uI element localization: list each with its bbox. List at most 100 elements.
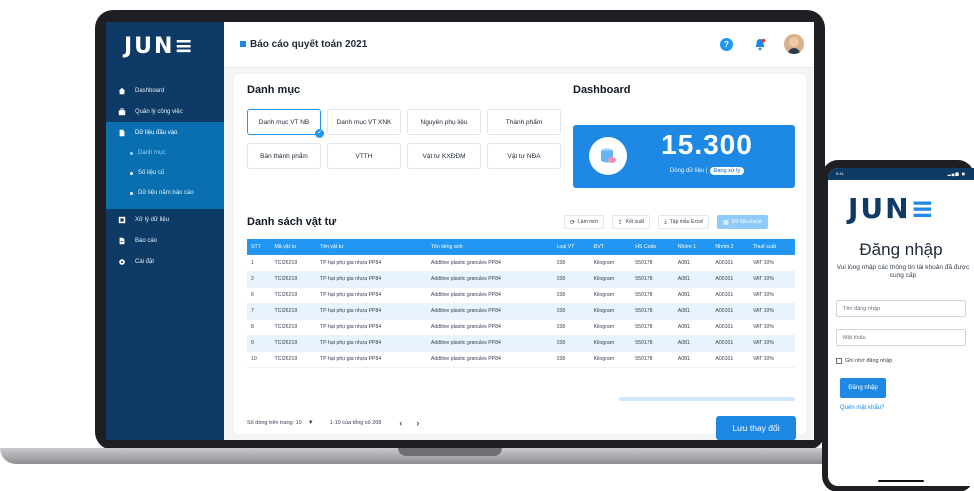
category-button-kxddm[interactable]: Vật tư KXĐĐM <box>407 143 481 169</box>
column-header[interactable]: Mã vật tư <box>270 239 316 255</box>
table-cell: Additive plastic granules PP84 <box>426 287 553 304</box>
table-cell: A00101 <box>711 271 749 288</box>
table-cell: Additive plastic granules PP84 <box>426 271 553 288</box>
download-icon: ⤓ <box>664 218 667 225</box>
chevron-down-icon[interactable]: ▼ <box>308 420 314 426</box>
category-button-vt-xnk[interactable]: Danh mục VT XNK <box>327 109 401 135</box>
column-header[interactable]: Nhóm 1 <box>673 239 712 255</box>
remember-checkbox[interactable]: Ghi nhớ đăng nhập <box>836 358 892 364</box>
export-icon: ⇪ <box>617 219 623 226</box>
table-cell: 550178 <box>631 335 674 352</box>
phone-status-bar: 9:41 ▂▄▆ ◼ <box>828 168 974 180</box>
save-changes-button[interactable]: Lưu thay đổi <box>716 416 796 440</box>
forgot-password-link[interactable]: Quên mật khẩu? <box>840 405 884 411</box>
table-header-row: STT Mã vật tư Tên vật tư Tên tiếng anh Loại … <box>247 239 795 255</box>
category-button-raw-materials[interactable]: Nguyên phụ liệu <box>407 109 481 135</box>
table-row[interactable]: 10 TCI26219 TP hạt phụ gia nhựa PP84 Additi… <box>247 351 795 368</box>
table-cell: A081 <box>673 335 712 352</box>
table-row[interactable]: 9 TCI26219 TP hạt phụ gia nhựa PP84 Additiv… <box>247 335 795 352</box>
table-cell: A00101 <box>711 319 749 336</box>
category-button-semi-finished[interactable]: Bán thành phẩm <box>247 143 321 169</box>
column-header[interactable]: Thuế suất <box>748 239 795 255</box>
sidebar-subitem-old-data[interactable]: Số liệu cũ <box>106 163 224 183</box>
dashboard-title: Dashboard <box>573 84 631 96</box>
column-header[interactable]: Nhóm 2 <box>711 239 749 255</box>
sidebar-item-label: Báo cáo <box>135 237 158 244</box>
table-cell: A00101 <box>711 287 749 304</box>
table-cell: Kilogram <box>589 287 632 304</box>
excel-data-button[interactable]: ▦ Dữ liệu Excel <box>717 215 768 229</box>
table-row[interactable]: 7 TCI26219 TP hạt phụ gia nhựa PP84 Additiv… <box>247 303 795 320</box>
bell-icon[interactable] <box>754 38 766 51</box>
login-subtitle: Vui lòng nhập các thông tin tài khoản đã… <box>836 264 970 279</box>
column-header[interactable]: Loại VT <box>552 239 590 255</box>
column-header[interactable]: Tên vật tư <box>315 239 427 255</box>
dashboard-card[interactable]: 15.300 Dòng dữ liệu | Đang xử lý <box>573 125 795 188</box>
sidebar-item-tasks[interactable]: Quản lý công việc <box>106 101 224 122</box>
table-cell: Additive plastic granules PP84 <box>426 319 553 336</box>
prev-page-icon[interactable]: ‹ <box>399 418 402 428</box>
sidebar-item-settings[interactable]: Cài đặt <box>106 251 224 272</box>
table-cell: TP hạt phụ gia nhựa PP84 <box>315 303 427 320</box>
table-cell: TP hạt phụ gia nhựa PP84 <box>315 287 427 304</box>
category-button-finished-goods[interactable]: Thành phẩm <box>487 109 561 135</box>
process-icon <box>118 216 126 223</box>
sidebar-subitem-categories[interactable]: Danh mục <box>106 143 224 163</box>
briefcase-icon <box>118 107 126 115</box>
category-button-vt-nb[interactable]: Danh mục VT NB ✓ <box>247 109 324 138</box>
table-cell: A081 <box>673 271 712 288</box>
login-button[interactable]: Đăng nhập <box>840 378 886 398</box>
help-icon[interactable]: ? <box>720 38 733 51</box>
excel-template-button[interactable]: ⤓ Tập mẫu Excel <box>658 215 710 229</box>
table-cell: A081 <box>673 287 712 304</box>
product-mockup: JUN≡ Dashboard Quản lý công việc Dữ liệu… <box>0 0 974 491</box>
column-header[interactable]: HS Code <box>631 239 674 255</box>
table-cell: 7 <box>247 303 271 320</box>
table-cell: 550178 <box>631 319 674 336</box>
check-icon: ✓ <box>315 129 324 138</box>
app-logo[interactable]: JUN≡ <box>124 34 195 59</box>
table-cell: 158 <box>552 255 590 272</box>
table-row[interactable]: 1 TCI26219 TP hạt phụ gia nhựa PP84 Additiv… <box>247 255 795 272</box>
table-row[interactable]: 2 TCI26219 TP hạt phụ gia nhựa PP84 Additiv… <box>247 271 795 288</box>
sidebar-item-input-data[interactable]: Dữ liệu đầu vào <box>106 122 224 143</box>
next-page-icon[interactable]: › <box>416 418 419 428</box>
sidebar-item-dashboard[interactable]: Dashboard <box>106 80 224 101</box>
table-cell: A00101 <box>711 351 749 368</box>
pagination: Số dòng trên trang: 10 ▼ 1-10 của tổng s… <box>247 418 433 428</box>
phone-logo: JUN≡ <box>848 192 937 225</box>
table-cell: 550178 <box>631 287 674 304</box>
table-row[interactable]: 8 TCI26219 TP hạt phụ gia nhựa PP84 Additiv… <box>247 319 795 336</box>
table-row[interactable]: 6 TCI26219 TP hạt phụ gia nhựa PP84 Additiv… <box>247 287 795 304</box>
table-cell: 158 <box>552 287 590 304</box>
table-cell: TP hạt phụ gia nhựa PP84 <box>315 319 427 336</box>
sidebar-item-processing[interactable]: Xử lý dữ liệu <box>106 209 224 230</box>
refresh-button[interactable]: ⟳ Làm mới <box>564 215 604 229</box>
home-indicator <box>878 480 924 482</box>
category-button-nda[interactable]: Vật tư NĐA <box>487 143 561 169</box>
column-header[interactable]: STT <box>247 239 271 255</box>
sidebar-subitem-label: Số liệu cũ <box>138 170 165 176</box>
category-button-vtth[interactable]: VTTH <box>327 143 401 169</box>
table-cell: 158 <box>552 335 590 352</box>
signal-icon: ▂▄▆ ◼ <box>947 171 966 176</box>
home-icon <box>118 87 126 94</box>
password-field[interactable]: Mật khẩu <box>836 329 966 346</box>
horizontal-scrollbar[interactable] <box>619 397 795 401</box>
table-cell: 1 <box>247 255 271 272</box>
sidebar-item-reports[interactable]: Báo cáo <box>106 230 224 251</box>
column-header[interactable]: Tên tiếng anh <box>426 239 553 255</box>
table-cell: VAT 10% <box>748 351 795 368</box>
table-cell: 158 <box>552 351 590 368</box>
sidebar-item-label: Cài đặt <box>135 258 155 265</box>
username-field[interactable]: Tên đăng nhập <box>836 300 966 317</box>
rows-per-page-select[interactable]: Số dòng trên trang: 10 <box>247 420 302 426</box>
table-cell: Kilogram <box>589 255 632 272</box>
sidebar-subitem-report-year[interactable]: Dữ liệu năm báo cáo <box>106 183 224 203</box>
export-button[interactable]: ⇪ Kết xuất <box>611 215 651 229</box>
column-header[interactable]: ĐVT <box>589 239 632 255</box>
avatar[interactable] <box>784 34 804 54</box>
table-cell: TP hạt phụ gia nhựa PP84 <box>315 335 427 352</box>
excel-icon: ▦ <box>723 219 729 226</box>
table-cell: A00101 <box>711 335 749 352</box>
